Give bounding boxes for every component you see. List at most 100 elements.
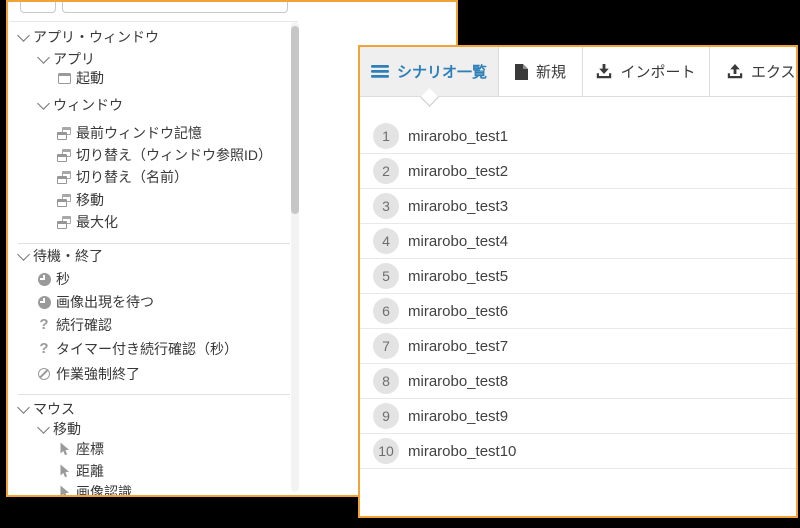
cursor-icon [57, 485, 71, 497]
windows-icon [57, 171, 71, 184]
tree-item-label: 画像出現を待つ [56, 292, 154, 312]
scenario-list-window: シナリオ一覧 新規 インポート [358, 45, 798, 518]
tree-item-label: 移動 [53, 419, 81, 439]
row-number-badge: 2 [373, 158, 399, 184]
tab-label: シナリオ一覧 [397, 61, 487, 82]
tree-item-label: 移動 [76, 190, 104, 210]
clock-icon [37, 273, 51, 286]
tree-item-label: 距離 [76, 461, 104, 481]
tree-item-label: マウス [33, 399, 75, 419]
row-number-badge: 1 [373, 123, 399, 149]
divider [10, 21, 298, 22]
tree-item-label: 切り替え（ウィンドウ参照ID） [76, 145, 272, 165]
partial-toolbar-button[interactable] [20, 0, 56, 13]
row-number-badge: 4 [373, 228, 399, 254]
scenario-name: mirarobo_test1 [408, 128, 508, 145]
scenario-list: 1 mirarobo_test1 2 mirarobo_test2 3 mira… [360, 97, 796, 469]
scenario-name: mirarobo_test3 [408, 198, 508, 215]
tab-export[interactable]: エクス [710, 47, 796, 96]
chevron-down-icon[interactable] [37, 103, 49, 108]
scenario-name: mirarobo_test8 [408, 373, 508, 390]
scenario-name: mirarobo_test2 [408, 163, 508, 180]
scenario-name: mirarobo_test10 [408, 443, 516, 460]
row-number-badge: 5 [373, 263, 399, 289]
chevron-down-icon[interactable] [17, 35, 29, 40]
tree-item-window[interactable]: ウィンドウ [37, 94, 123, 116]
scenario-row[interactable]: 10 mirarobo_test10 [360, 434, 796, 469]
scenario-toolbar: シナリオ一覧 新規 インポート [360, 47, 796, 97]
clock-icon [37, 296, 51, 309]
tree-item-label: アプリ [53, 49, 95, 69]
tree-item-launch[interactable]: 起動 [57, 67, 104, 89]
tree-item-force-quit[interactable]: 作業強制終了 [37, 363, 140, 385]
tab-import[interactable]: インポート [583, 47, 710, 96]
tree-item-label: 最大化 [76, 212, 118, 232]
scenario-row[interactable]: 3 mirarobo_test3 [360, 189, 796, 224]
export-icon [727, 64, 743, 79]
scenario-name: mirarobo_test9 [408, 408, 508, 425]
scenario-row[interactable]: 7 mirarobo_test7 [360, 329, 796, 364]
tab-label: インポート [620, 61, 695, 82]
chevron-down-icon[interactable] [37, 57, 49, 62]
desktop-background: アプリ・ウィンドウ アプリ 起動 ウィンドウ 最前ウィンドウ記憶 切り替え（ウィ… [0, 0, 800, 528]
scenario-row[interactable]: 9 mirarobo_test9 [360, 399, 796, 434]
tree-item-label: 秒 [56, 269, 70, 289]
tree-item-label: ウィンドウ [53, 95, 123, 115]
tree-item-wait-seconds[interactable]: 秒 [37, 268, 70, 290]
tree-item-mouse-move[interactable]: 移動 [37, 418, 81, 440]
tree-item-label: アプリ・ウィンドウ [33, 27, 159, 47]
tree-item-label: 待機・終了 [33, 246, 103, 266]
menu-icon [371, 65, 389, 78]
scenario-row[interactable]: 6 mirarobo_test6 [360, 294, 796, 329]
cursor-icon [57, 442, 71, 456]
tree-item-coordinates[interactable]: 座標 [57, 438, 104, 460]
tree-item-mouse[interactable]: マウス [17, 398, 75, 420]
row-number-badge: 10 [373, 438, 399, 464]
chevron-down-icon[interactable] [17, 407, 29, 412]
tree-item-remember-front-window[interactable]: 最前ウィンドウ記憶 [57, 122, 202, 144]
tree-scrollbar-track[interactable] [291, 22, 299, 492]
row-number-badge: 6 [373, 298, 399, 324]
tree-item-label: 最前ウィンドウ記憶 [76, 123, 202, 143]
scenario-row[interactable]: 8 mirarobo_test8 [360, 364, 796, 399]
scenario-row[interactable]: 2 mirarobo_test2 [360, 154, 796, 189]
scenario-row[interactable]: 4 mirarobo_test4 [360, 224, 796, 259]
row-number-badge: 8 [373, 368, 399, 394]
tree-item-switch-by-ref-id[interactable]: 切り替え（ウィンドウ参照ID） [57, 144, 272, 166]
row-number-badge: 7 [373, 333, 399, 359]
tab-new[interactable]: 新規 [499, 47, 583, 96]
scenario-row[interactable]: 1 mirarobo_test1 [360, 119, 796, 154]
tree-item-label: 作業強制終了 [56, 364, 140, 384]
app-window-icon [57, 73, 71, 84]
scenario-row[interactable]: 5 mirarobo_test5 [360, 259, 796, 294]
tree-scrollbar-thumb[interactable] [291, 26, 299, 214]
tree-item-label: タイマー付き続行確認（秒） [56, 339, 238, 359]
tree-item-confirm-continue[interactable]: 続行確認 [37, 314, 112, 336]
windows-icon [57, 216, 71, 229]
scenario-name: mirarobo_test7 [408, 338, 508, 355]
chevron-down-icon[interactable] [17, 254, 29, 259]
tree-item-distance[interactable]: 距離 [57, 460, 104, 482]
tree-item-app-window[interactable]: アプリ・ウィンドウ [17, 26, 159, 48]
tree-item-label: 続行確認 [56, 315, 112, 335]
tree-item-switch-by-name[interactable]: 切り替え（名前） [57, 166, 188, 188]
ban-icon [37, 368, 51, 380]
tree-item-maximize[interactable]: 最大化 [57, 211, 118, 233]
partial-search-input[interactable] [62, 0, 288, 13]
tab-label: 新規 [536, 61, 566, 82]
tree-item-label: 画像認識 [76, 482, 132, 497]
row-number-badge: 3 [373, 193, 399, 219]
tree-item-timed-confirm-continue[interactable]: タイマー付き続行確認（秒） [37, 338, 238, 360]
scenario-name: mirarobo_test5 [408, 268, 508, 285]
tree-item-move-window[interactable]: 移動 [57, 189, 104, 211]
tree-item-label: 切り替え（名前） [76, 167, 188, 187]
tree-item-image-recognition[interactable]: 画像認識 [57, 481, 132, 497]
tree-section-divider [18, 394, 290, 395]
windows-icon [57, 149, 71, 162]
tab-label: エクス [751, 61, 796, 82]
windows-icon [57, 194, 71, 207]
scenario-name: mirarobo_test6 [408, 303, 508, 320]
chevron-down-icon[interactable] [37, 427, 49, 432]
tree-item-wait-for-image[interactable]: 画像出現を待つ [37, 291, 154, 313]
tree-item-wait-end[interactable]: 待機・終了 [17, 245, 103, 267]
